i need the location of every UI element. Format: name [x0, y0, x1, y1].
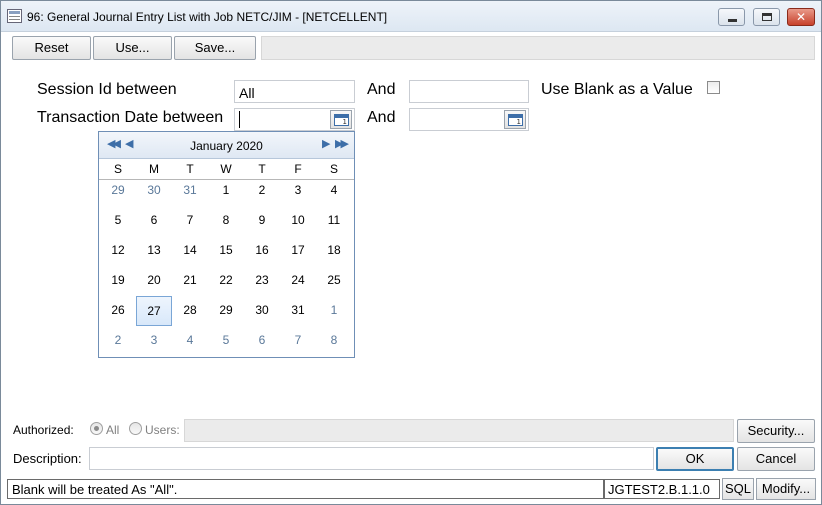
session-id-from-field[interactable]: All	[234, 80, 355, 103]
authorized-users-field	[184, 419, 734, 442]
session-id-label: Session Id between	[37, 81, 177, 98]
dow-mon: M	[149, 162, 159, 176]
status-bar: Blank will be treated As "All". JGTEST2.…	[5, 478, 819, 500]
calendar-header: ◀◀ ◀ January 2020 ▶ ▶▶	[99, 132, 354, 159]
title-bar[interactable]: 96: General Journal Entry List with Job …	[1, 1, 821, 32]
report-window: 96: General Journal Entry List with Job …	[0, 0, 822, 505]
use-button[interactable]: Use...	[93, 36, 172, 60]
authorized-users-label: Users:	[145, 423, 180, 437]
toolbar-spacer	[261, 36, 815, 60]
calendar-day[interactable]: 6	[244, 326, 280, 356]
calendar-day[interactable]: 1	[316, 296, 352, 326]
date-from-calendar-button[interactable]	[330, 110, 352, 129]
calendar-day[interactable]: 12	[100, 236, 136, 266]
ok-button[interactable]: OK	[656, 447, 734, 471]
date-and-label: And	[367, 109, 396, 126]
calendar-day[interactable]: 3	[136, 326, 172, 356]
security-button[interactable]: Security...	[737, 419, 815, 443]
dow-thu: T	[258, 162, 266, 176]
calendar-day[interactable]: 6	[136, 206, 172, 236]
calendar-day[interactable]: 30	[244, 296, 280, 326]
save-button[interactable]: Save...	[174, 36, 256, 60]
calendar-day[interactable]: 4	[172, 326, 208, 356]
calendar-day[interactable]: 2	[100, 326, 136, 356]
dow-sun: S	[113, 162, 122, 176]
calendar-day[interactable]: 7	[172, 206, 208, 236]
description-label: Description:	[13, 451, 82, 466]
calendar-day[interactable]: 9	[244, 206, 280, 236]
calendar-day[interactable]: 26	[100, 296, 136, 326]
transaction-date-label: Transaction Date between	[37, 109, 224, 126]
calendar-day[interactable]: 1	[208, 176, 244, 206]
window-title: 96: General Journal Entry List with Job …	[27, 10, 388, 24]
dow-wed: W	[220, 162, 232, 176]
calendar-day[interactable]: 24	[280, 266, 316, 296]
calendar-day[interactable]: 29	[208, 296, 244, 326]
calendar-day[interactable]: 3	[280, 176, 316, 206]
minimize-button[interactable]	[718, 8, 745, 26]
calendar-popup: ◀◀ ◀ January 2020 ▶ ▶▶ S M T W T F S 29 3…	[98, 131, 355, 358]
calendar-icon	[508, 114, 523, 126]
calendar-day[interactable]: 31	[172, 176, 208, 206]
status-version: JGTEST2.B.1.1.0	[604, 479, 720, 499]
calendar-day[interactable]: 8	[208, 206, 244, 236]
calendar-day[interactable]: 7	[280, 326, 316, 356]
calendar-day[interactable]: 31	[280, 296, 316, 326]
next-month-icon[interactable]: ▶	[322, 137, 331, 150]
calendar-icon	[334, 114, 349, 126]
sql-button[interactable]: SQL	[722, 478, 754, 500]
close-icon: ✕	[795, 10, 807, 24]
calendar-day[interactable]: 30	[136, 176, 172, 206]
calendar-month-title: January 2020	[190, 139, 263, 153]
reset-button[interactable]: Reset	[12, 36, 91, 60]
calendar-day[interactable]: 15	[208, 236, 244, 266]
minimize-icon	[728, 19, 737, 22]
app-icon	[7, 9, 22, 23]
calendar-day[interactable]: 10	[280, 206, 316, 236]
close-button[interactable]: ✕	[787, 8, 815, 26]
calendar-day[interactable]: 2	[244, 176, 280, 206]
calendar-day[interactable]: 19	[100, 266, 136, 296]
calendar-day[interactable]: 5	[208, 326, 244, 356]
dow-tue: T	[186, 162, 194, 176]
session-id-to-field[interactable]	[409, 80, 529, 103]
calendar-day[interactable]: 28	[172, 296, 208, 326]
status-message: Blank will be treated As "All".	[7, 479, 604, 499]
use-blank-label: Use Blank as a Value	[541, 81, 693, 98]
dow-sat: S	[329, 162, 338, 176]
calendar-day[interactable]: 13	[136, 236, 172, 266]
calendar-day[interactable]: 14	[172, 236, 208, 266]
session-and-label: And	[367, 81, 396, 98]
modify-button[interactable]: Modify...	[756, 478, 816, 500]
maximize-button[interactable]	[753, 8, 780, 26]
authorized-label: Authorized:	[13, 423, 74, 437]
calendar-day[interactable]: 18	[316, 236, 352, 266]
maximize-icon	[762, 13, 772, 21]
cancel-button[interactable]: Cancel	[737, 447, 815, 471]
calendar-day[interactable]: 21	[172, 266, 208, 296]
calendar-day[interactable]: 11	[316, 206, 352, 236]
calendar-day[interactable]: 29	[100, 176, 136, 206]
calendar-day[interactable]: 16	[244, 236, 280, 266]
calendar-day[interactable]: 25	[316, 266, 352, 296]
authorized-users-radio[interactable]	[129, 422, 142, 435]
use-blank-checkbox[interactable]	[707, 81, 720, 94]
calendar-day[interactable]: 17	[280, 236, 316, 266]
calendar-day[interactable]: 22	[208, 266, 244, 296]
authorized-all-radio[interactable]	[90, 422, 103, 435]
calendar-day[interactable]: 20	[136, 266, 172, 296]
text-caret	[239, 111, 240, 128]
calendar-day[interactable]: 8	[316, 326, 352, 356]
calendar-day[interactable]: 23	[244, 266, 280, 296]
calendar-day[interactable]: 4	[316, 176, 352, 206]
description-field[interactable]	[89, 447, 654, 470]
calendar-day[interactable]: 5	[100, 206, 136, 236]
date-to-calendar-button[interactable]	[504, 110, 526, 129]
next-year-icon[interactable]: ▶▶	[335, 137, 349, 150]
dow-fri: F	[294, 162, 302, 176]
calendar-day-selected[interactable]: 27	[136, 296, 172, 326]
authorized-all-label: All	[106, 423, 120, 437]
